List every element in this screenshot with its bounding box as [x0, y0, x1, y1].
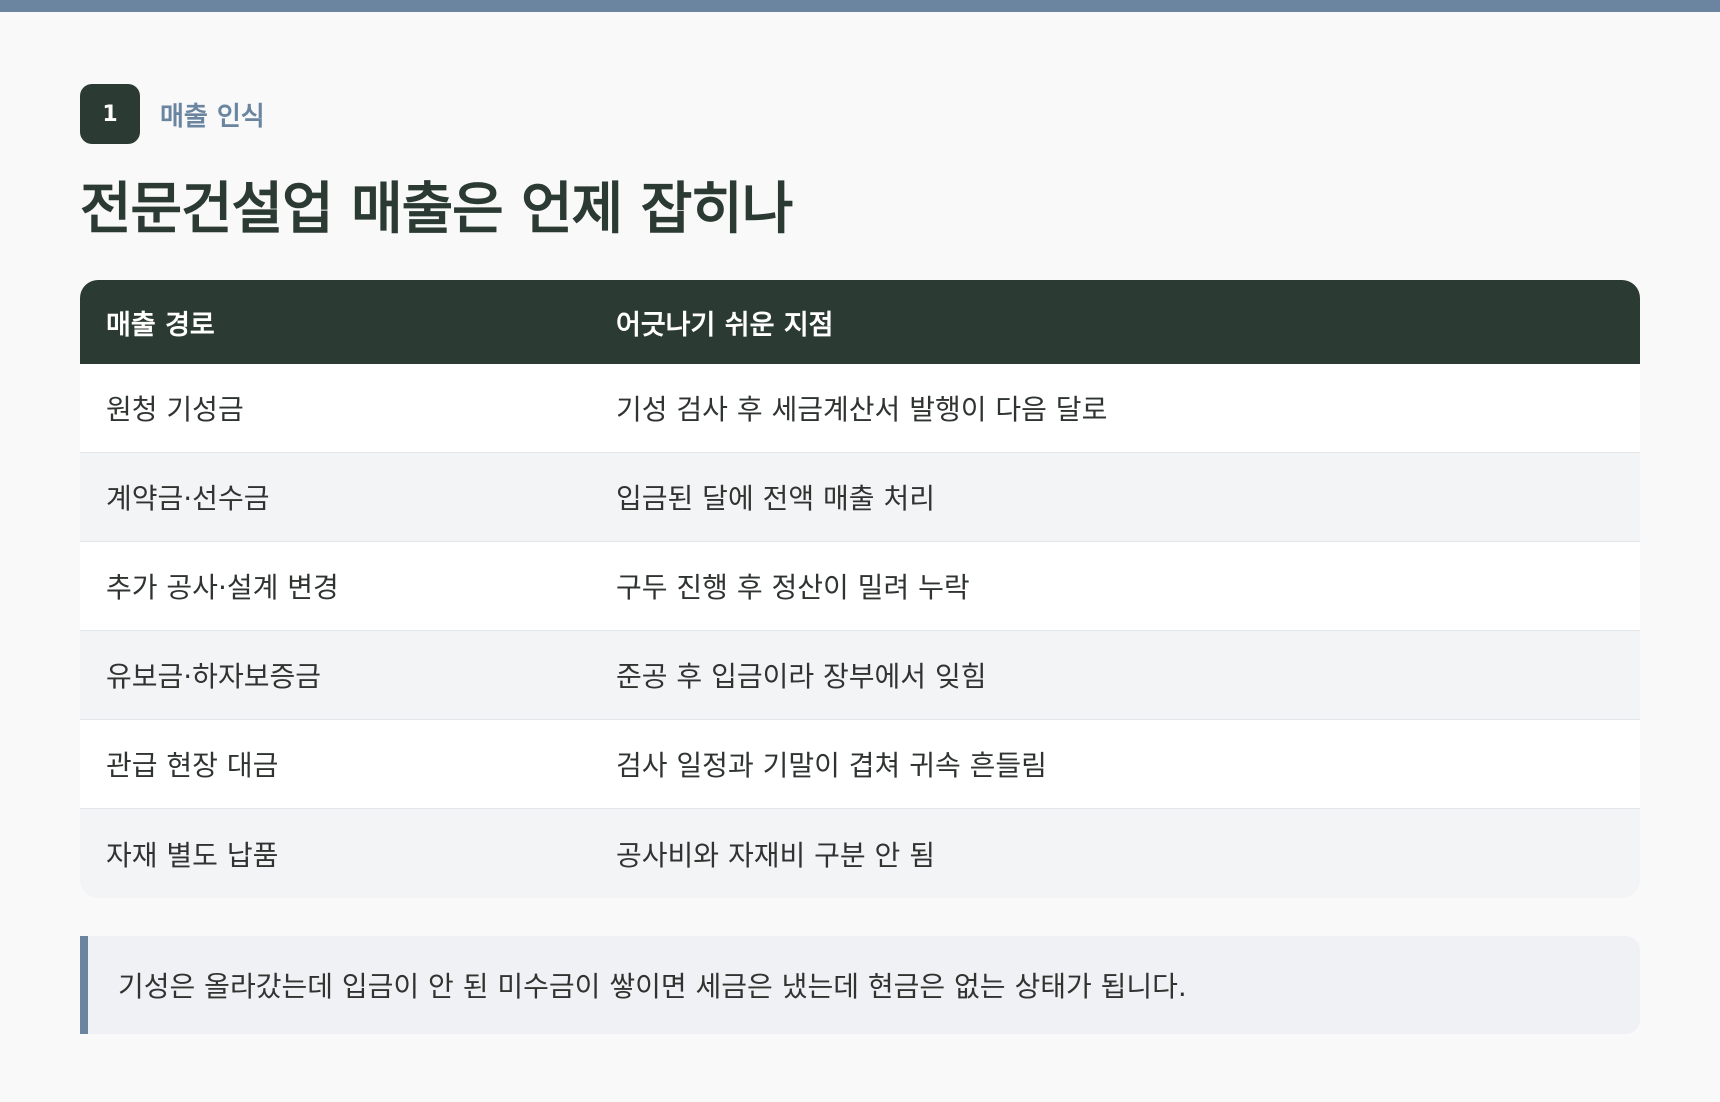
page-title: 전문건설업 매출은 언제 잡히나: [80, 177, 793, 242]
revenue-path-cell: 원청 기성금: [106, 393, 244, 426]
section-header: 1 매출 인식: [80, 84, 265, 144]
section-label: 매출 인식: [160, 101, 265, 132]
revenue-path-cell: 자재 별도 납품: [106, 838, 279, 872]
callout-note: 기성은 올라갔는데 입금이 안 된 미수금이 쌓이면 세금은 냈는데 현금은 없…: [80, 936, 1640, 1034]
revenue-path-cell: 관급 현장 대금: [106, 749, 279, 782]
column-header-revenue-path: 매출 경로: [106, 309, 215, 341]
callout-note-text: 기성은 올라갔는데 입금이 안 된 미수금이 쌓이면 세금은 냈는데 현금은 없…: [118, 970, 1187, 1003]
table-header-row: 매출 경로 어긋나기 쉬운 지점: [80, 280, 1640, 364]
top-accent-bar: [0, 0, 1720, 12]
pitfall-cell: 기성 검사 후 세금계산서 발행이 다음 달로: [616, 393, 1108, 426]
pitfall-cell: 검사 일정과 기말이 겹쳐 귀속 흔들림: [616, 749, 1047, 782]
table-row: 유보금·하자보증금 준공 후 입금이라 장부에서 잊힘: [80, 631, 1640, 720]
table-row: 관급 현장 대금 검사 일정과 기말이 겹쳐 귀속 흔들림: [80, 720, 1640, 809]
revenue-path-cell: 계약금·선수금: [106, 482, 270, 515]
table-row: 계약금·선수금 입금된 달에 전액 매출 처리: [80, 453, 1640, 542]
table-row: 원청 기성금 기성 검사 후 세금계산서 발행이 다음 달로: [80, 364, 1640, 453]
pitfall-cell: 공사비와 자재비 구분 안 됨: [616, 838, 935, 872]
table-row: 추가 공사·설계 변경 구두 진행 후 정산이 밀려 누락: [80, 542, 1640, 631]
revenue-table: 매출 경로 어긋나기 쉬운 지점 원청 기성금 기성 검사 후 세금계산서 발행…: [80, 280, 1640, 898]
revenue-path-cell: 유보금·하자보증금: [106, 660, 321, 693]
revenue-path-cell: 추가 공사·설계 변경: [106, 571, 339, 604]
pitfall-cell: 구두 진행 후 정산이 밀려 누락: [616, 571, 970, 604]
step-number-badge: 1: [80, 84, 140, 144]
pitfall-cell: 준공 후 입금이라 장부에서 잊힘: [616, 660, 987, 693]
column-header-pitfall: 어긋나기 쉬운 지점: [616, 309, 834, 341]
pitfall-cell: 입금된 달에 전액 매출 처리: [616, 482, 935, 515]
table-row: 자재 별도 납품 공사비와 자재비 구분 안 됨: [80, 809, 1640, 898]
